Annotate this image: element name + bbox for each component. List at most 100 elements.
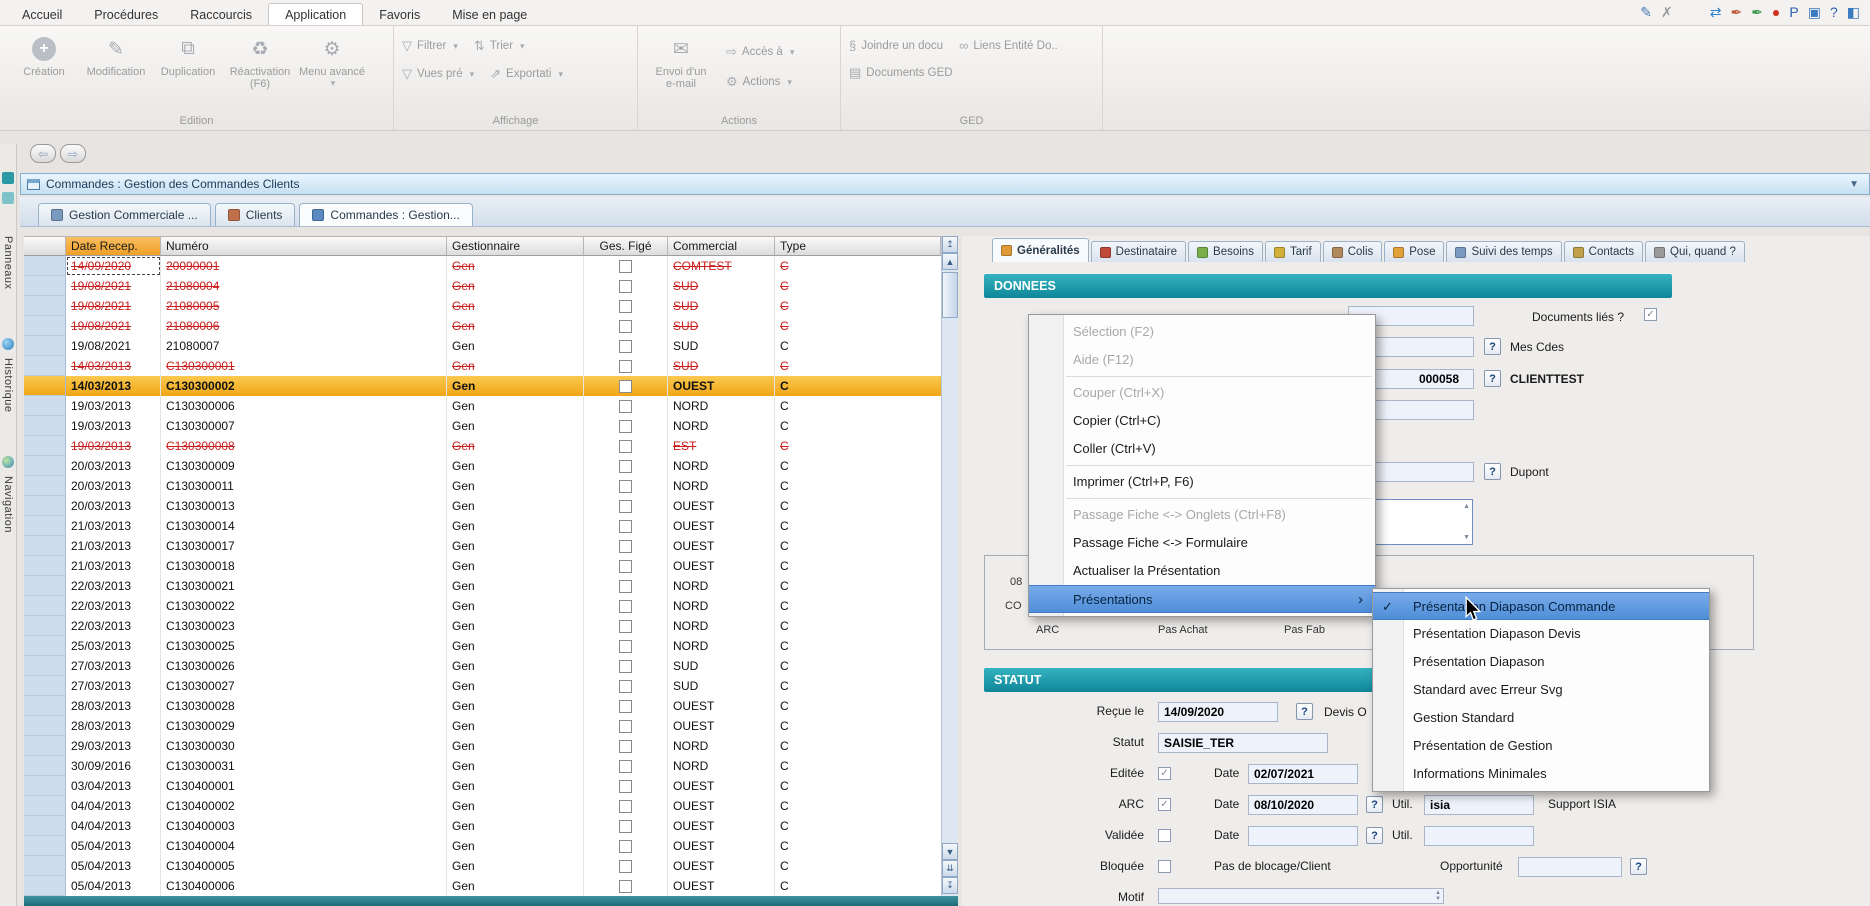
row-gutter[interactable] [24,396,66,416]
table-row[interactable]: 27/03/2013C130300026GenSUDC [24,656,941,676]
help-icon[interactable]: ? [1830,3,1838,21]
table-row[interactable]: 25/03/2013C130300025GenNORDC [24,636,941,656]
vues-pre-button[interactable]: ▽ Vues pré ▾ [402,66,474,82]
submenu-item-pr-sentation-diapason[interactable]: Présentation Diapason [1373,648,1709,676]
table-row[interactable]: 03/04/2013C130400001GenOUESTC [24,776,941,796]
titlebar-dropdown-icon[interactable]: ▼ [1849,179,1859,190]
ges-fige-checkbox[interactable] [619,440,632,453]
modification-button[interactable]: ✎ Modification [80,32,152,110]
table-row[interactable]: 22/03/2013C130300022GenNORDC [24,596,941,616]
ges-fige-checkbox[interactable] [619,360,632,373]
panel-tab-destinataire[interactable]: Destinataire [1091,241,1186,262]
ribbon-tab-application[interactable]: Application [268,3,363,25]
submenu-item-pr-sentation-diapason-devis[interactable]: Présentation Diapason Devis [1373,620,1709,648]
table-row[interactable]: 05/04/2013C130400005GenOUESTC [24,856,941,876]
arc-util-field[interactable]: isia [1424,795,1534,815]
row-gutter[interactable] [24,436,66,456]
sidebar-item-panneaux[interactable]: Panneaux [2,236,14,290]
header-gestionnaire[interactable]: Gestionnaire [447,236,584,256]
vertical-scrollbar[interactable]: ↥ ▲ ▼ ⇊ ↧ [941,236,958,896]
ges-fige-checkbox[interactable] [619,520,632,533]
ges-fige-checkbox[interactable] [619,400,632,413]
table-row[interactable]: 05/04/2013C130400004GenOUESTC [24,836,941,856]
ges-fige-checkbox[interactable] [619,680,632,693]
ges-fige-checkbox[interactable] [619,340,632,353]
header-ges-fige[interactable]: Ges. Figé [584,236,668,256]
scroll-up-mini-icon[interactable]: ▲ [1463,503,1470,510]
row-gutter[interactable] [24,756,66,776]
submenu-item-informations-minimales[interactable]: Informations Minimales [1373,760,1709,788]
editee-date-field[interactable]: 02/07/2021 [1248,764,1358,784]
statut-field[interactable]: SAISIE_TER [1158,733,1328,753]
table-row[interactable]: 20/03/2013C130300009GenNORDC [24,456,941,476]
table-row[interactable]: 28/03/2013C130300029GenOUESTC [24,716,941,736]
panel-tab-pose[interactable]: Pose [1384,241,1444,262]
contact-help-button[interactable]: ? [1484,463,1501,480]
submenu-item-gestion-standard[interactable]: Gestion Standard [1373,704,1709,732]
acces-a-button[interactable]: ⇨ Accès à ▾ [726,44,794,60]
back-button[interactable]: ⇦ [30,144,56,163]
row-gutter[interactable] [24,416,66,436]
editee-checkbox[interactable]: ✓ [1158,767,1171,780]
ges-fige-checkbox[interactable] [619,500,632,513]
motif-scroll-down-icon[interactable]: ▼ [1435,896,1441,902]
ges-fige-checkbox[interactable] [619,800,632,813]
panel-tab-contacts[interactable]: Contacts [1564,241,1643,262]
scroll-down-mini-icon[interactable]: ▼ [1463,534,1470,541]
scroll-down-button[interactable]: ▼ [942,843,958,860]
joindre-docu-button[interactable]: § Joindre un docu [849,38,943,53]
table-row[interactable]: 14/09/202020090001GenCOMTESTC [24,256,941,276]
scroll-up-button[interactable]: ▲ [942,253,958,270]
row-gutter[interactable] [24,556,66,576]
row-gutter[interactable] [24,776,66,796]
row-gutter[interactable] [24,356,66,376]
table-row[interactable]: 30/09/2016C130300031GenNORDC [24,756,941,776]
opportunite-help-button[interactable]: ? [1630,858,1647,875]
panel-tab-suivi-des-temps[interactable]: Suivi des temps [1446,241,1561,262]
table-row[interactable]: 22/03/2013C130300023GenNORDC [24,616,941,636]
scrollbar-thumb[interactable] [942,272,958,318]
ges-fige-checkbox[interactable] [619,540,632,553]
scroll-to-bottom-button[interactable]: ↧ [942,877,958,894]
table-row[interactable]: 19/08/202121080005GenSUDC [24,296,941,316]
row-gutter[interactable] [24,656,66,676]
row-gutter[interactable] [24,596,66,616]
ges-fige-checkbox[interactable] [619,580,632,593]
row-gutter[interactable] [24,456,66,476]
row-gutter[interactable] [24,496,66,516]
menu-item-actualiser-la-pr-sentation[interactable]: Actualiser la Présentation [1029,557,1375,585]
row-gutter[interactable] [24,816,66,836]
table-row[interactable]: 19/03/2013C130300006GenNORDC [24,396,941,416]
panel-tab-tarif[interactable]: Tarif [1265,241,1321,262]
doc-tab-gestion-commerciale[interactable]: Gestion Commerciale ... [38,203,211,226]
ges-fige-checkbox[interactable] [619,840,632,853]
row-gutter[interactable] [24,836,66,856]
row-gutter[interactable] [24,636,66,656]
validee-util-help-button[interactable]: ? [1366,827,1383,844]
menu-item-imprimer-ctrl-p-f6[interactable]: Imprimer (Ctrl+P, F6) [1029,468,1375,496]
table-row[interactable]: 05/04/2013C130400006GenOUESTC [24,876,941,896]
ges-fige-checkbox[interactable] [619,820,632,833]
panel-tab-besoins[interactable]: Besoins [1188,241,1263,262]
doc-tab-commandes-gestion[interactable]: Commandes : Gestion... [299,203,472,226]
duplication-button[interactable]: ⧉ Duplication [152,32,224,110]
table-row[interactable]: 27/03/2013C130300027GenSUDC [24,676,941,696]
edit-pencil-icon[interactable]: ✎ [1640,3,1652,21]
row-gutter[interactable] [24,576,66,596]
ges-fige-checkbox[interactable] [619,560,632,573]
ges-fige-checkbox[interactable] [619,600,632,613]
panel-tab-colis[interactable]: Colis [1323,241,1383,262]
ribbon-tab-raccourcis[interactable]: Raccourcis [174,4,268,25]
forward-button[interactable]: ⇨ [60,144,86,163]
history-icon[interactable] [2,338,14,350]
ges-fige-checkbox[interactable] [619,720,632,733]
sidebar-item-navigation[interactable]: Navigation [2,476,14,533]
ges-fige-checkbox[interactable] [619,320,632,333]
ges-fige-checkbox[interactable] [619,880,632,893]
ribbon-tab-proc-dures[interactable]: Procédures [78,4,174,25]
partial-icon[interactable]: ◧ [1847,3,1860,21]
table-row[interactable]: 19/08/202121080006GenSUDC [24,316,941,336]
liens-entite-button[interactable]: ∞ Liens Entité Do.. [959,38,1058,53]
menu-avance-button[interactable]: ⚙ Menu avancé ▾ [296,32,368,110]
row-gutter[interactable] [24,316,66,336]
